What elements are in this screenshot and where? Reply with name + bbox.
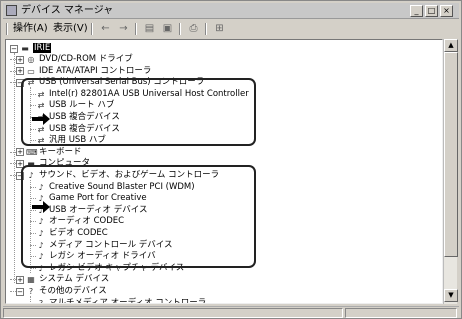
ide-icon: ▭ <box>27 66 35 76</box>
toolbar-separator <box>205 23 207 35</box>
print-icon[interactable]: ⎙ <box>187 23 200 34</box>
sound-group-highlight <box>21 165 256 268</box>
expand-toggle[interactable]: + <box>16 55 24 64</box>
unknown-device-icon: ? <box>38 298 44 304</box>
tree-connector <box>14 53 15 283</box>
menu-action[interactable]: 操作(A) <box>13 22 48 36</box>
refresh-icon[interactable]: ▣ <box>161 23 174 34</box>
collapse-toggle[interactable]: − <box>10 44 18 53</box>
root-label: IRIE <box>33 43 52 53</box>
unknown-device-icon: ? <box>28 287 34 296</box>
arrow-body <box>32 117 43 121</box>
menu-view[interactable]: 表示(V) <box>53 22 88 36</box>
tree-category[interactable]: + ⌨キーボード <box>16 147 82 158</box>
device-manager-window: デバイス マネージャ _ □ × 操作(A) 表示(V) ← → ▤ ▣ ⎙ ⊞… <box>0 0 462 319</box>
toolbar-separator <box>179 23 181 35</box>
status-cell <box>345 308 457 318</box>
toolbar-separator <box>91 23 93 35</box>
scroll-up-button[interactable]: ▲ <box>444 39 458 52</box>
expand-toggle[interactable]: + <box>16 275 24 284</box>
properties-icon[interactable]: ▤ <box>143 23 156 34</box>
expand-toggle[interactable]: + <box>16 67 24 76</box>
vertical-scrollbar[interactable]: ▲ ▼ <box>443 39 458 304</box>
tree-node-label: マルチメディア オーディオ コントローラ <box>49 297 207 304</box>
minimize-button[interactable]: _ <box>410 5 423 17</box>
tree-root[interactable]: − ▬ IRIE <box>10 43 52 54</box>
menu-grip <box>6 23 8 35</box>
cdrom-icon: ◎ <box>27 55 35 64</box>
tree-node-label: IDE ATA/ATAPI コントローラ <box>39 65 152 76</box>
usb-group-highlight <box>21 78 256 146</box>
arrow-head <box>43 113 50 125</box>
title-bar[interactable]: デバイス マネージャ _ □ × <box>3 3 459 19</box>
forward-icon[interactable]: → <box>117 23 130 34</box>
status-bar <box>3 306 459 318</box>
collapse-toggle[interactable]: − <box>16 287 24 296</box>
arrow-head <box>43 201 50 213</box>
device-tree[interactable]: − ▬ IRIE + ◎ DVD/CD-ROM ドライブ + ▭ IDE ATA/ATAPI … <box>5 39 443 304</box>
window-title: デバイス マネージャ <box>21 5 114 16</box>
keyboard-icon: ⌨ <box>26 147 38 157</box>
menu-bar: 操作(A) 表示(V) ← → ▤ ▣ ⎙ ⊞ <box>3 21 459 37</box>
tree-node-label: キーボード <box>39 146 82 157</box>
tree-node-label: システム デバイス <box>39 274 110 285</box>
tree-connector <box>30 296 31 303</box>
device-manager-icon <box>6 5 17 16</box>
expand-toggle[interactable]: + <box>16 148 24 157</box>
tree-node-label: DVD/CD-ROM ドライブ <box>39 54 133 64</box>
tree-category[interactable]: + ◎ DVD/CD-ROM ドライブ <box>16 54 133 65</box>
scroll-down-button[interactable]: ▼ <box>444 289 458 302</box>
maximize-button[interactable]: □ <box>425 5 438 17</box>
arrow-body <box>32 205 43 209</box>
toolbar-separator <box>135 23 137 35</box>
scan-icon[interactable]: ⊞ <box>213 23 226 34</box>
close-button[interactable]: × <box>440 5 453 17</box>
system-icon: ▦ <box>27 275 35 285</box>
tree-device[interactable]: ? マルチメディア オーディオ コントローラ <box>36 297 207 304</box>
tree-category[interactable]: + ▭ IDE ATA/ATAPI コントローラ <box>16 66 151 77</box>
computer-icon: ▬ <box>21 44 29 53</box>
tree-node-label: その他のデバイス <box>39 286 107 296</box>
back-icon[interactable]: ← <box>99 23 112 34</box>
status-cell <box>3 308 343 318</box>
scroll-thumb[interactable] <box>444 52 458 257</box>
tree-category[interactable]: + ▦ システム デバイス <box>16 274 109 285</box>
